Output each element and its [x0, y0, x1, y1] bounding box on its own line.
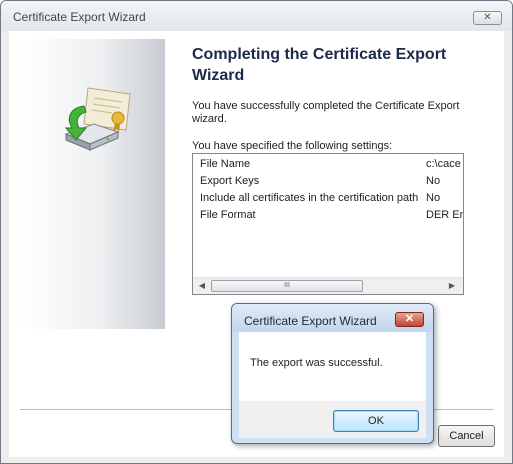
setting-value: DER En	[426, 209, 464, 221]
close-icon: ✕	[404, 313, 415, 325]
page-title: Completing the Certificate Export Wizard	[192, 46, 447, 84]
setting-name: File Name	[200, 158, 251, 170]
success-dialog: Certificate Export Wizard ✕ The export w…	[231, 303, 434, 444]
dialog-footer: OK	[239, 401, 426, 438]
window-title: Certificate Export Wizard	[13, 10, 146, 24]
scrollbar-thumb[interactable]: III	[211, 280, 363, 292]
setting-name: Export Keys	[200, 175, 260, 187]
ok-button[interactable]: OK	[333, 410, 419, 432]
dialog-title-bar[interactable]: Certificate Export Wizard ✕	[232, 304, 433, 332]
dialog-body: The export was successful.	[239, 332, 426, 401]
list-item: Export Keys No	[200, 175, 463, 192]
settings-label: You have specified the following setting…	[192, 140, 393, 152]
success-text: You have successfully completed the Cert…	[192, 100, 460, 125]
setting-value: No	[426, 175, 441, 187]
setting-name: Include all certificates in the certific…	[200, 192, 419, 204]
side-panel	[20, 39, 165, 329]
dialog-message: The export was successful.	[250, 357, 383, 369]
close-icon: ✕	[483, 12, 492, 23]
close-button[interactable]: ✕	[473, 11, 502, 25]
setting-value: No	[426, 192, 441, 204]
list-item: File Name c:\cace	[200, 158, 463, 175]
horizontal-scrollbar[interactable]: ◀ III ▶	[193, 277, 463, 294]
cancel-button[interactable]: Cancel	[438, 425, 495, 447]
settings-list[interactable]: File Name c:\cace Export Keys No Include…	[192, 153, 464, 295]
list-item: File Format DER En	[200, 209, 464, 226]
scroll-right-icon[interactable]: ▶	[447, 281, 457, 291]
dialog-close-button[interactable]: ✕	[395, 312, 424, 327]
scroll-left-icon[interactable]: ◀	[197, 281, 207, 291]
setting-name: File Format	[200, 209, 256, 221]
grip-icon: III	[284, 282, 290, 289]
certificate-export-icon	[64, 87, 131, 151]
dialog-title: Certificate Export Wizard	[244, 314, 377, 328]
list-item: Include all certificates in the certific…	[200, 192, 463, 209]
setting-value: c:\cace	[426, 158, 461, 170]
title-bar[interactable]: Certificate Export Wizard ✕	[1, 1, 512, 31]
wizard-window: Certificate Export Wizard ✕ Completing t…	[0, 0, 513, 464]
